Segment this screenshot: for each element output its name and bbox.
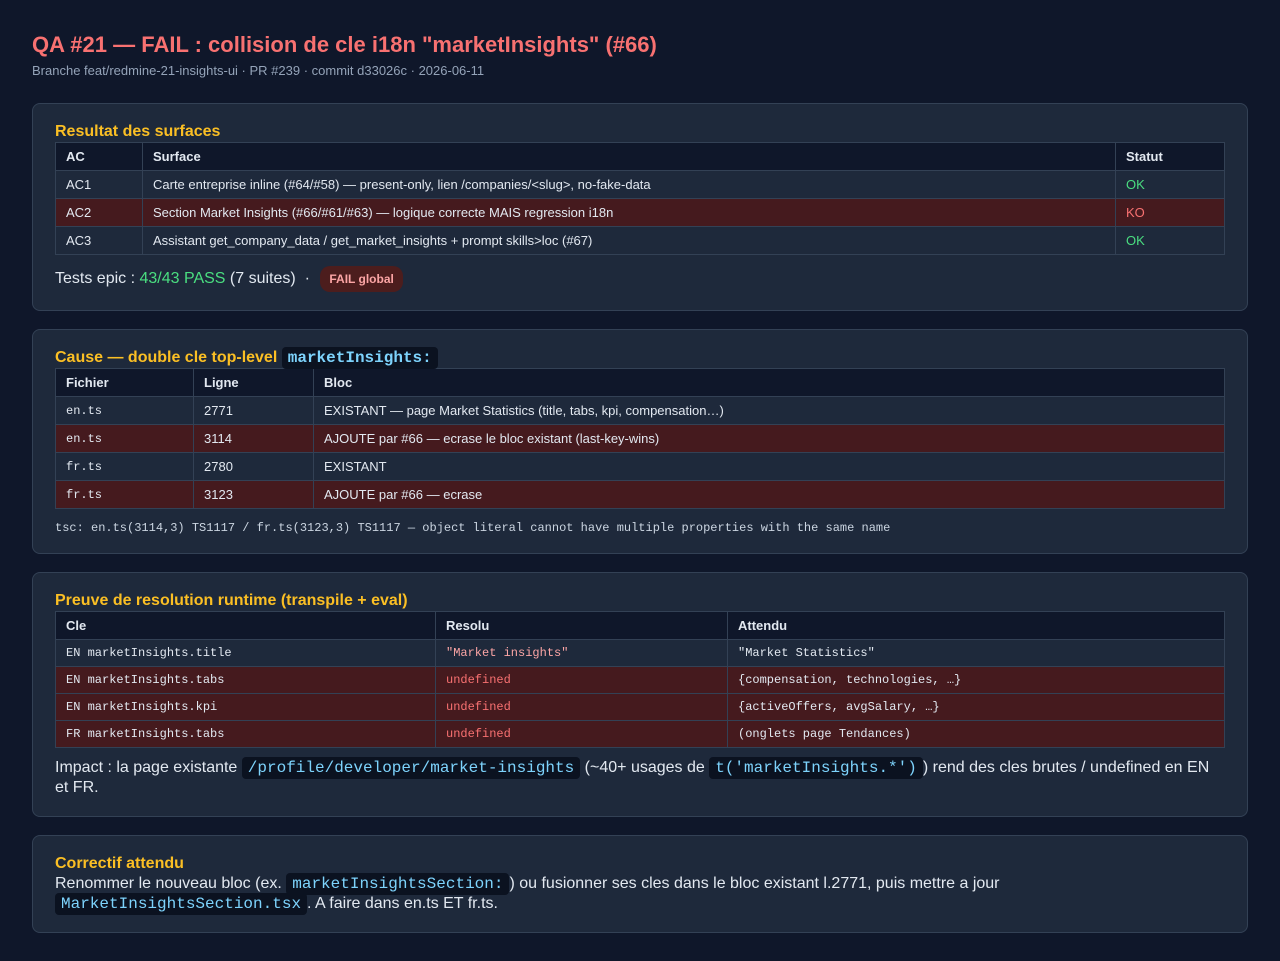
column-header: Ligne [193,368,314,397]
column-header: Resolu [435,611,728,640]
surfaces-table: AC Surface Statut AC1 Carte entreprise i… [55,142,1225,255]
tsc-output: tsc: en.ts(3114,3) TS1117 / fr.ts(3123,3… [55,521,891,535]
page-header: QA #21 — FAIL : collision de cle i18n "m… [32,32,1248,79]
fix-card: Correctif attendu Renommer le nouveau bl… [32,835,1248,933]
table-row: EN marketInsights.tabs undefined {compen… [55,666,1225,694]
table-header-row: Cle Resolu Attendu [55,611,1225,640]
resolved-cell: undefined [435,720,728,748]
line-cell: 2780 [193,452,314,481]
ac-cell: AC2 [55,198,143,227]
key-cell: EN marketInsights.kpi [55,693,436,721]
expected-cell: {activeOffers, avgSalary, …} [727,693,1225,721]
column-header: Fichier [55,368,194,397]
resolved-cell: undefined [435,693,728,721]
fix-prefix: Renommer le nouveau bloc (ex. [55,875,287,892]
fix-code-file: MarketInsightsSection.tsx [55,893,308,915]
pass-count: 43/43 PASS [139,270,226,288]
table-header-row: AC Surface Statut [55,142,1225,171]
bloc-cell: AJOUTE par #66 — ecrase le bloc existant… [313,424,1225,453]
table-row: AC2 Section Market Insights (#66/#61/#63… [55,198,1225,227]
surface-cell: Section Market Insights (#66/#61/#63) — … [142,198,1116,227]
status-cell: OK [1115,226,1225,255]
column-header: Cle [55,611,436,640]
fix-mid: ) ou fusionner ses cles dans le bloc exi… [509,875,1000,892]
table-row: en.ts 3114 AJOUTE par #66 — ecrase le bl… [55,424,1225,453]
table-row: EN marketInsights.title "Market insights… [55,639,1225,667]
key-cell: EN marketInsights.tabs [55,666,436,694]
cause-heading-code: marketInsights: [281,347,438,369]
key-cell: EN marketInsights.title [55,639,436,667]
fix-heading: Correctif attendu [55,855,184,872]
expected-cell: (onglets page Tendances) [727,720,1225,748]
fix-text: Renommer le nouveau bloc (ex. marketInsi… [55,873,1225,915]
line-cell: 3114 [193,424,314,453]
bloc-cell: EXISTANT — page Market Statistics (title… [313,396,1225,425]
column-header: Attendu [727,611,1225,640]
surfaces-heading: Resultat des surfaces [55,123,221,140]
bloc-cell: EXISTANT [313,452,1225,481]
table-header-row: Fichier Ligne Bloc [55,368,1225,397]
status-cell: OK [1115,170,1225,199]
table-row: en.ts 2771 EXISTANT — page Market Statis… [55,396,1225,425]
file-cell: en.ts [55,396,194,425]
proof-heading: Preuve de resolution runtime (transpile … [55,592,408,609]
table-row: fr.ts 3123 AJOUTE par #66 — ecrase [55,480,1225,509]
page-title: QA #21 — FAIL : collision de cle i18n "m… [32,32,657,57]
resolved-cell: undefined [435,666,728,694]
summary-prefix: Tests epic : [55,270,140,288]
bloc-cell: AJOUTE par #66 — ecrase [313,480,1225,509]
table-row: fr.ts 2780 EXISTANT [55,452,1225,481]
column-header: AC [55,142,143,171]
impact-t-code: t('marketInsights.*') [709,757,923,779]
impact-route-code: /profile/developer/market-insights [241,757,581,779]
line-cell: 2771 [193,396,314,425]
surface-cell: Carte entreprise inline (#64/#58) — pres… [142,170,1116,199]
table-row: AC1 Carte entreprise inline (#64/#58) — … [55,170,1225,199]
surfaces-card: Resultat des surfaces AC Surface Statut … [32,103,1248,311]
table-row: FR marketInsights.tabs undefined (onglet… [55,720,1225,748]
fail-global-badge: FAIL global [320,266,403,292]
summary-suffix: (7 suites) · [225,270,315,288]
cause-heading: Cause — double cle top-level marketInsig… [55,347,1225,369]
table-row: AC3 Assistant get_company_data / get_mar… [55,226,1225,255]
table-row: EN marketInsights.kpi undefined {activeO… [55,693,1225,721]
status-cell: KO [1115,198,1225,227]
proof-table: Cle Resolu Attendu EN marketInsights.tit… [55,611,1225,748]
tests-summary: Tests epic : 43/43 PASS (7 suites) · FAI… [55,266,1225,292]
fix-suffix: . A faire dans en.ts ET fr.ts. [307,895,498,912]
fix-code-section: marketInsightsSection: [286,873,510,895]
expected-cell: {compensation, technologies, …} [727,666,1225,694]
page-subtitle: Branche feat/redmine-21-insights-ui · PR… [32,63,485,78]
expected-cell: "Market Statistics" [727,639,1225,667]
cause-table: Fichier Ligne Bloc en.ts 2771 EXISTANT —… [55,368,1225,509]
cause-heading-text: Cause — double cle top-level [55,349,278,366]
file-cell: fr.ts [55,480,194,509]
impact-text: Impact : la page existante /profile/deve… [55,757,1225,798]
impact-mid: (~40+ usages de [580,759,710,776]
ac-cell: AC1 [55,170,143,199]
cause-card: Cause — double cle top-level marketInsig… [32,329,1248,554]
column-header: Surface [142,142,1116,171]
file-cell: fr.ts [55,452,194,481]
column-header: Statut [1115,142,1225,171]
line-cell: 3123 [193,480,314,509]
key-cell: FR marketInsights.tabs [55,720,436,748]
file-cell: en.ts [55,424,194,453]
surface-cell: Assistant get_company_data / get_market_… [142,226,1116,255]
ac-cell: AC3 [55,226,143,255]
column-header: Bloc [313,368,1225,397]
impact-prefix: Impact : la page existante [55,759,242,776]
resolved-cell: "Market insights" [435,639,728,667]
proof-card: Preuve de resolution runtime (transpile … [32,572,1248,817]
